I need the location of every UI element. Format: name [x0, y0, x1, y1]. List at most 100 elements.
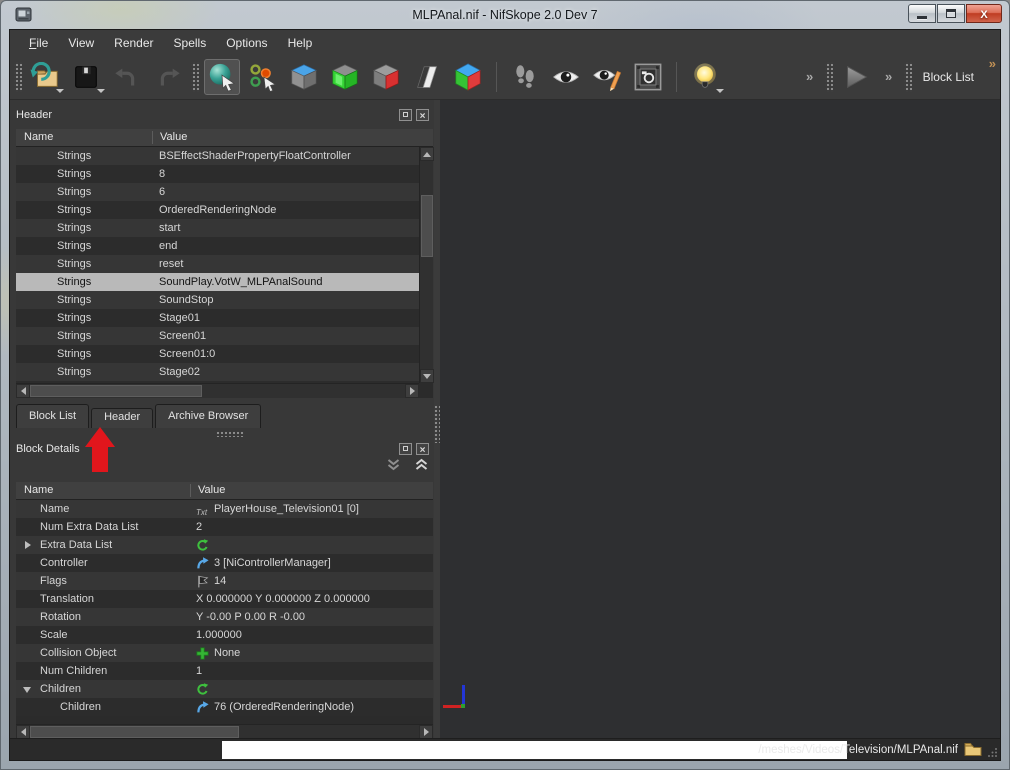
- resize-grip[interactable]: [987, 747, 998, 758]
- 3d-viewport[interactable]: [440, 100, 1000, 738]
- header-table-row[interactable]: StringsBSEffectShaderPropertyFloatContro…: [16, 147, 419, 165]
- undo-button[interactable]: [109, 59, 145, 95]
- menu-view[interactable]: View: [59, 33, 103, 53]
- close-panel-icon[interactable]: [416, 109, 429, 121]
- horizontal-scrollbar[interactable]: [16, 383, 419, 398]
- header-table-row[interactable]: StringsSoundStop: [16, 291, 419, 309]
- column-separator[interactable]: [190, 484, 191, 497]
- details-table-row[interactable]: Extra Data List: [16, 536, 433, 554]
- header-table-row[interactable]: StringsSoundPlay.VotW_MLPAnalSound: [16, 273, 419, 291]
- scroll-up-button[interactable]: [420, 147, 434, 161]
- show-axes-button[interactable]: [450, 59, 486, 95]
- titlebar[interactable]: MLPAnal.nif - NifSkope 2.0 Dev 7: [1, 1, 1009, 29]
- details-table-row[interactable]: TranslationX 0.000000 Y 0.000000 Z 0.000…: [16, 590, 433, 608]
- details-table-row[interactable]: Children76 (OrderedRenderingNode): [16, 698, 433, 716]
- select-object-mode-button[interactable]: [204, 59, 240, 95]
- close-panel-icon[interactable]: [416, 443, 429, 455]
- show-blocks-button[interactable]: [286, 59, 322, 95]
- toolbar-drag-handle[interactable]: [825, 62, 833, 92]
- column-header-value[interactable]: Value: [152, 129, 187, 146]
- screenshot-button[interactable]: [630, 59, 666, 95]
- statusbar-value-input[interactable]: [222, 741, 847, 759]
- animations-button[interactable]: [507, 59, 543, 95]
- toolbar-drag-handle[interactable]: [904, 62, 912, 92]
- row-value-cell: 1.000000: [190, 626, 242, 644]
- minimize-button[interactable]: [908, 4, 936, 23]
- details-table-row[interactable]: RotationY -0.00 P 0.00 R -0.00: [16, 608, 433, 626]
- dropdown-arrow-icon[interactable]: [97, 89, 105, 93]
- header-table-row[interactable]: StringsOrderedRenderingNode: [16, 201, 419, 219]
- header-table-row[interactable]: Stringsstart: [16, 219, 419, 237]
- redo-button[interactable]: [150, 59, 186, 95]
- float-panel-icon[interactable]: [399, 109, 412, 121]
- details-table-row[interactable]: Children: [16, 680, 433, 698]
- column-header-value[interactable]: Value: [190, 482, 225, 499]
- details-table-row[interactable]: NameTxtPlayerHouse_Television01 [0]: [16, 500, 433, 518]
- scrollbar-thumb[interactable]: [30, 726, 239, 738]
- close-button[interactable]: [966, 4, 1002, 23]
- vertical-scrollbar[interactable]: [419, 147, 433, 383]
- maximize-button[interactable]: [937, 4, 965, 23]
- menu-file[interactable]: File: [20, 33, 57, 53]
- tab-header[interactable]: Header: [91, 408, 153, 428]
- toolbar-drag-handle[interactable]: [14, 62, 22, 92]
- play-button[interactable]: [838, 59, 874, 95]
- scroll-left-button[interactable]: [16, 725, 30, 739]
- menu-render[interactable]: Render: [105, 33, 162, 53]
- scrollbar-thumb[interactable]: [421, 195, 433, 257]
- scroll-right-button[interactable]: [419, 725, 433, 739]
- expand-row-icon[interactable]: [23, 540, 33, 550]
- scroll-down-button[interactable]: [420, 369, 434, 383]
- overflow-button[interactable]: »: [800, 59, 820, 95]
- expand-all-button[interactable]: [386, 458, 401, 472]
- toolbar-corner-overflow-chevron-icon[interactable]: »: [989, 56, 996, 71]
- tab-archive-browser[interactable]: Archive Browser: [155, 404, 261, 428]
- menu-options[interactable]: Options: [217, 33, 276, 53]
- float-panel-icon[interactable]: [399, 443, 412, 455]
- column-separator[interactable]: [152, 131, 153, 144]
- details-table-row[interactable]: Num Children1: [16, 662, 433, 680]
- row-value: 14: [214, 572, 226, 590]
- select-vertex-mode-button[interactable]: [245, 59, 281, 95]
- lighting-button[interactable]: [687, 59, 723, 95]
- menu-spells[interactable]: Spells: [165, 33, 216, 53]
- show-markers-button[interactable]: [548, 59, 584, 95]
- header-table-row[interactable]: StringsScreen01:0: [16, 345, 419, 363]
- horizontal-scrollbar[interactable]: [16, 724, 433, 739]
- wireframe-button[interactable]: [327, 59, 363, 95]
- scroll-right-button[interactable]: [405, 384, 419, 398]
- dropdown-arrow-icon[interactable]: [716, 89, 724, 93]
- dropdown-arrow-icon[interactable]: [56, 89, 64, 93]
- open-file-button[interactable]: [27, 59, 63, 95]
- header-table-row[interactable]: Stringsend: [16, 237, 419, 255]
- column-header-name[interactable]: Name: [16, 482, 190, 499]
- collapse-all-button[interactable]: [414, 458, 429, 472]
- menu-help[interactable]: Help: [279, 33, 322, 53]
- collapse-row-icon[interactable]: [23, 684, 33, 694]
- column-header-name[interactable]: Name: [16, 129, 152, 146]
- splitter-handle[interactable]: [216, 431, 244, 437]
- save-floppy-icon: [71, 62, 101, 92]
- show-hidden-button[interactable]: [368, 59, 404, 95]
- header-table-row[interactable]: Strings8: [16, 165, 419, 183]
- open-folder-icon[interactable]: [964, 742, 982, 757]
- edit-markers-button[interactable]: [589, 59, 625, 95]
- header-table-row[interactable]: StringsScreen01: [16, 327, 419, 345]
- scrollbar-thumb[interactable]: [30, 385, 202, 397]
- details-table-row[interactable]: Flags14: [16, 572, 433, 590]
- overflow-button[interactable]: »: [879, 59, 899, 95]
- double-sided-button[interactable]: [409, 59, 445, 95]
- tab-block-list[interactable]: Block List: [16, 404, 89, 428]
- header-table-row[interactable]: Stringsreset: [16, 255, 419, 273]
- details-table-row[interactable]: Controller3 [NiControllerManager]: [16, 554, 433, 572]
- header-table-row[interactable]: StringsStage02: [16, 363, 419, 381]
- header-table-row[interactable]: Strings6: [16, 183, 419, 201]
- scroll-left-button[interactable]: [16, 384, 30, 398]
- save-button[interactable]: [68, 59, 104, 95]
- details-table-row[interactable]: Num Extra Data List2: [16, 518, 433, 536]
- details-table-row[interactable]: Scale1.000000: [16, 626, 433, 644]
- details-table-row[interactable]: Collision ObjectNone: [16, 644, 433, 662]
- header-table-row[interactable]: StringsStage01: [16, 309, 419, 327]
- toolbar-drag-handle[interactable]: [191, 62, 199, 92]
- cube-blue-top-icon: [289, 62, 319, 92]
